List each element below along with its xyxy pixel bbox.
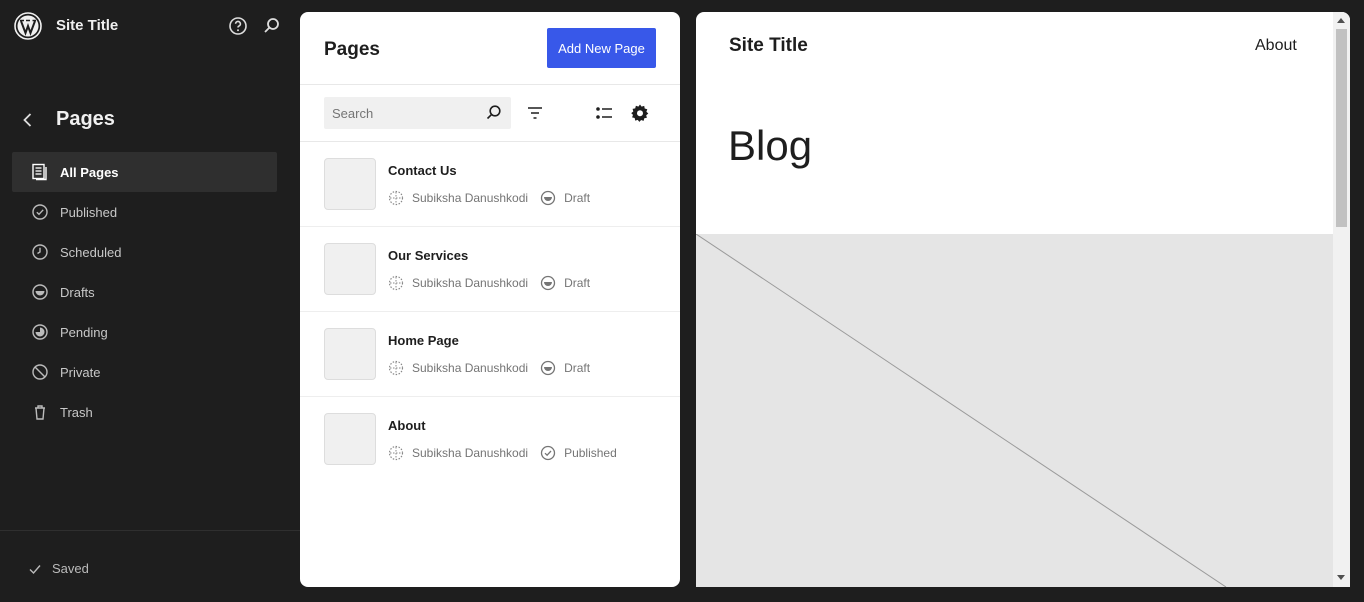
scheduled-icon <box>32 244 48 260</box>
saved-label: Saved <box>52 561 89 576</box>
sidebar-item-label: Trash <box>60 404 93 420</box>
sidebar-item-private[interactable]: Private <box>12 352 277 392</box>
panel-title: Pages <box>324 39 380 60</box>
page-thumbnail[interactable] <box>324 158 376 210</box>
page-title-link[interactable]: Contact Us <box>388 163 457 178</box>
list-item[interactable]: Home Page Subiksha Danushkodi Draft <box>300 312 680 397</box>
page-thumbnail[interactable] <box>324 243 376 295</box>
search-box <box>324 97 511 129</box>
author-icon <box>388 190 404 206</box>
sidebar-nav: All Pages Published Scheduled Drafts Pen… <box>12 152 277 432</box>
preview-nav-link: About <box>1255 37 1297 54</box>
list-view-icon[interactable] <box>594 103 614 123</box>
page-meta: Subiksha Danushkodi Published <box>388 445 617 461</box>
author-name: Subiksha Danushkodi <box>412 191 529 205</box>
image-placeholder <box>696 234 1333 587</box>
status-label: Draft <box>564 361 591 375</box>
status-label: Draft <box>564 276 591 290</box>
draft-status-icon <box>540 190 556 206</box>
status-label: Draft <box>564 191 591 205</box>
help-icon[interactable] <box>228 16 248 36</box>
sidebar-item-label: Pending <box>60 324 108 340</box>
pages-icon <box>32 163 47 181</box>
sidebar-item-scheduled[interactable]: Scheduled <box>12 232 277 272</box>
trash-icon <box>35 405 45 420</box>
page-meta: Subiksha Danushkodi Draft <box>388 190 590 206</box>
search-icon[interactable] <box>262 16 282 36</box>
preview-scrollbar[interactable] <box>1333 12 1350 587</box>
section-title: Pages <box>56 108 115 130</box>
author-icon <box>388 445 404 461</box>
list-item[interactable]: About Subiksha Danushkodi Published <box>300 397 680 482</box>
sidebar-item-published[interactable]: Published <box>12 192 277 232</box>
search-icon[interactable] <box>485 104 503 122</box>
pending-icon <box>32 324 48 340</box>
site-preview[interactable]: Site Title About Blog <box>696 12 1350 587</box>
draft-status-icon <box>540 275 556 291</box>
page-meta: Subiksha Danushkodi Draft <box>388 360 590 376</box>
scroll-down-arrow-icon[interactable] <box>1337 575 1345 580</box>
page-title-link[interactable]: Home Page <box>388 333 459 348</box>
author-icon <box>388 360 404 376</box>
list-item[interactable]: Our Services Subiksha Danushkodi Draft <box>300 227 680 312</box>
topbar: Site Title <box>0 0 300 54</box>
check-icon <box>29 564 41 574</box>
site-title[interactable]: Site Title <box>56 17 118 34</box>
settings-icon[interactable] <box>630 103 650 123</box>
filter-icon[interactable] <box>525 103 545 123</box>
wordpress-logo-icon[interactable] <box>14 12 42 40</box>
page-meta: Subiksha Danushkodi Draft <box>388 275 590 291</box>
author-name: Subiksha Danushkodi <box>412 361 529 375</box>
sidebar-item-drafts[interactable]: Drafts <box>12 272 277 312</box>
author-name: Subiksha Danushkodi <box>412 276 529 290</box>
list-toolbar <box>300 85 680 142</box>
sidebar-item-pending[interactable]: Pending <box>12 312 277 352</box>
sidebar-item-label: Private <box>60 364 101 380</box>
scroll-up-arrow-icon[interactable] <box>1337 18 1345 23</box>
chevron-left-icon[interactable] <box>18 110 38 130</box>
status-label: Published <box>564 446 617 460</box>
author-name: Subiksha Danushkodi <box>412 446 529 460</box>
page-thumbnail[interactable] <box>324 413 376 465</box>
sidebar: Site Title Pages All Pages Published Sch… <box>0 0 300 602</box>
sidebar-item-label: All Pages <box>60 164 119 180</box>
preview-heading: Blog <box>728 122 813 169</box>
sidebar-item-trash[interactable]: Trash <box>12 392 277 432</box>
sidebar-footer: Saved <box>0 530 300 602</box>
private-icon <box>32 364 48 380</box>
page-title-link[interactable]: About <box>388 418 426 433</box>
search-input[interactable] <box>324 97 479 129</box>
published-icon <box>32 204 48 220</box>
published-status-icon <box>540 445 556 461</box>
drafts-icon <box>32 284 48 300</box>
preview-site-title: Site Title <box>729 35 808 56</box>
list-item[interactable]: Contact Us Subiksha Danushkodi Draft <box>300 142 680 227</box>
sidebar-item-label: Published <box>60 204 118 220</box>
page-thumbnail[interactable] <box>324 328 376 380</box>
panel-header: Pages Add New Page <box>300 12 680 85</box>
sidebar-item-label: Scheduled <box>60 244 122 260</box>
pages-list-panel: Pages Add New Page Con <box>300 12 680 587</box>
author-icon <box>388 275 404 291</box>
save-status: Saved <box>28 561 89 576</box>
page-title-link[interactable]: Our Services <box>388 248 468 263</box>
scroll-thumb[interactable] <box>1336 29 1347 227</box>
draft-status-icon <box>540 360 556 376</box>
pages-list: Contact Us Subiksha Danushkodi Draft Our… <box>300 142 680 482</box>
sidebar-item-all-pages[interactable]: All Pages <box>12 152 277 192</box>
add-new-page-button[interactable]: Add New Page <box>547 28 656 68</box>
sidebar-item-label: Drafts <box>60 284 95 300</box>
